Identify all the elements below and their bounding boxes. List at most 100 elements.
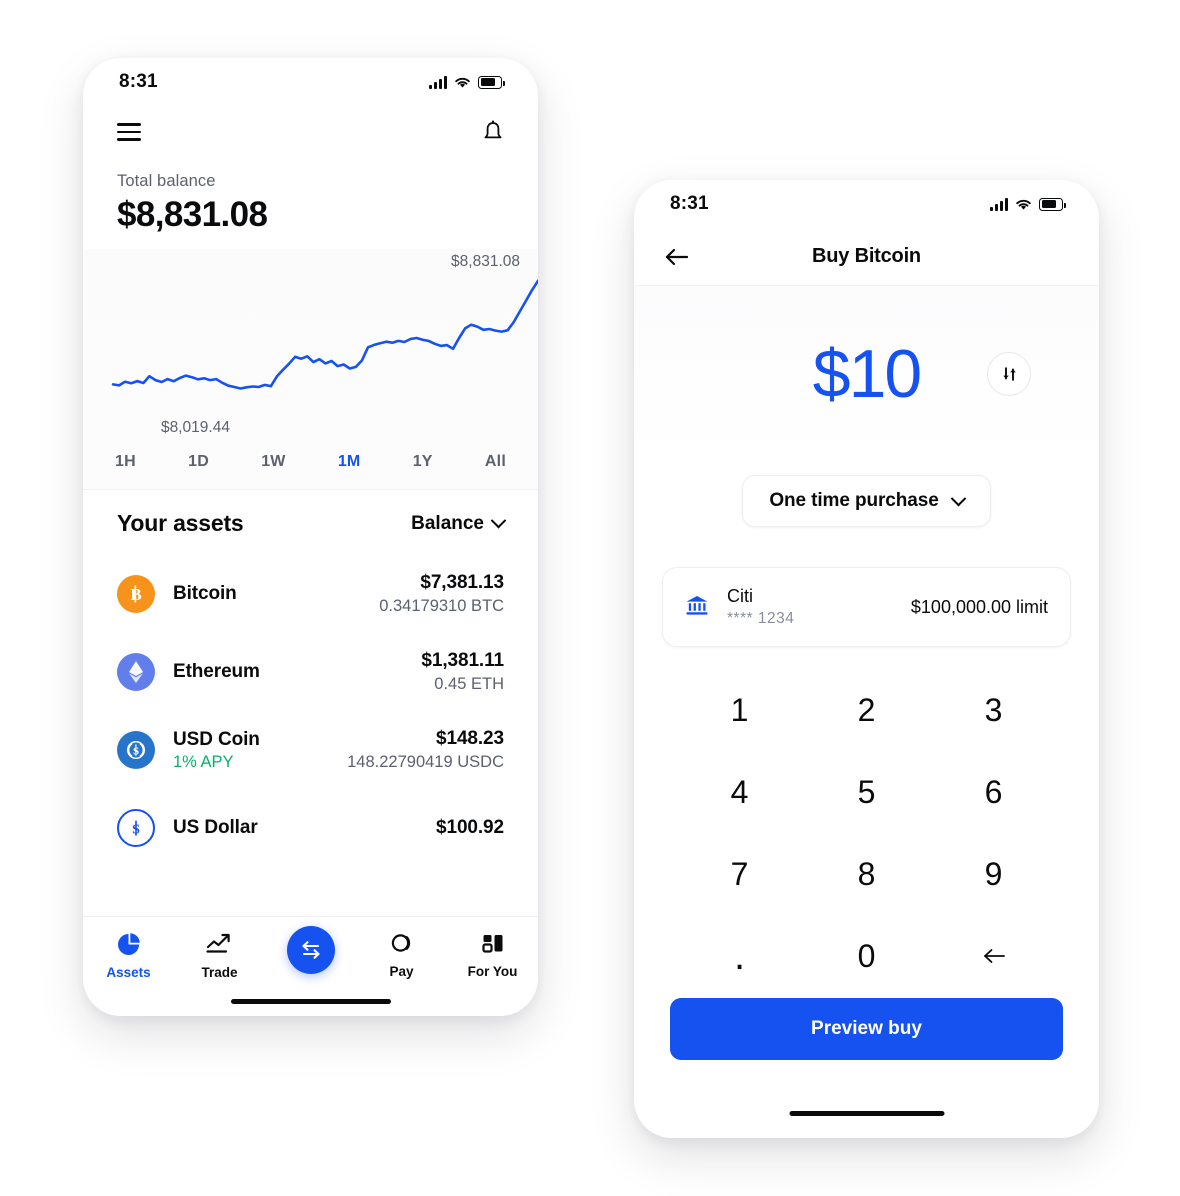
chevron-down-icon <box>950 490 966 506</box>
bitcoin-icon: B <box>117 575 155 613</box>
chart-low-label: $8,019.44 <box>161 419 230 436</box>
frequency-selector-wrap: One time purchase <box>634 475 1099 527</box>
assets-sort-dropdown[interactable]: Balance <box>411 512 507 535</box>
payment-method-number: **** 1234 <box>727 610 795 627</box>
chart-high-label: $8,831.08 <box>451 253 520 270</box>
pay-icon <box>391 934 410 952</box>
app-nav-left <box>83 106 538 158</box>
status-bar-right: 8:31 <box>634 180 1099 228</box>
list-item[interactable]: Ethereum $1,381.11 0.45 ETH <box>83 633 538 711</box>
key-0[interactable]: 0 <box>803 915 930 997</box>
wifi-icon <box>455 77 470 88</box>
asset-name: Ethereum <box>173 661 260 682</box>
buy-nav-bar: Buy Bitcoin <box>634 228 1099 286</box>
total-balance-block: Total balance $8,831.08 <box>83 158 538 243</box>
tab-label: Trade <box>201 965 238 980</box>
key-4[interactable]: 4 <box>676 751 803 833</box>
time-range-selector: 1H 1D 1W 1M 1Y All <box>83 439 538 489</box>
wifi-icon <box>1016 199 1031 210</box>
range-1m[interactable]: 1M <box>338 453 361 471</box>
hamburger-menu-icon[interactable] <box>117 123 141 141</box>
range-1d[interactable]: 1D <box>188 453 209 471</box>
usd-icon: S <box>117 809 155 847</box>
bell-icon[interactable] <box>482 120 504 144</box>
asset-value: $1,381.11 <box>421 650 504 671</box>
asset-name: Bitcoin <box>173 583 237 604</box>
frequency-label: One time purchase <box>769 490 939 511</box>
numeric-keypad: 1 2 3 4 5 6 7 8 9 . 0 <box>676 669 1057 997</box>
list-item[interactable]: S USD Coin 1% APY $148.23 148.22790419 U… <box>83 711 538 789</box>
balance-chart[interactable]: $8,831.08 $8,019.44 <box>83 249 538 439</box>
tab-for-you[interactable]: For You <box>447 931 538 979</box>
payment-method-limit: $100,000.00 limit <box>910 596 1048 617</box>
asset-value: $100.92 <box>436 817 504 838</box>
swap-vertical-icon <box>1002 366 1016 381</box>
key-7[interactable]: 7 <box>676 833 803 915</box>
key-3[interactable]: 3 <box>930 669 1057 751</box>
page-title: Buy Bitcoin <box>812 245 921 267</box>
transfer-icon <box>301 941 320 959</box>
signal-bars-icon <box>429 75 447 89</box>
key-decimal[interactable]: . <box>676 915 803 997</box>
chart-line <box>111 279 538 390</box>
tab-assets[interactable]: Assets <box>83 931 174 980</box>
key-6[interactable]: 6 <box>930 751 1057 833</box>
battery-icon <box>478 75 505 89</box>
amount-value: $10 <box>812 335 922 412</box>
status-icons <box>990 197 1066 211</box>
asset-value: $7,381.13 <box>420 572 504 593</box>
bank-icon <box>685 594 709 621</box>
usdc-icon: S <box>117 731 155 769</box>
pie-chart-icon <box>118 933 140 955</box>
tab-transfer[interactable] <box>265 926 356 981</box>
ethereum-icon <box>117 653 155 691</box>
status-time: 8:31 <box>670 193 709 214</box>
range-1y[interactable]: 1Y <box>413 453 433 471</box>
tab-label: For You <box>467 964 518 979</box>
payment-method-card[interactable]: Citi **** 1234 $100,000.00 limit <box>662 567 1071 647</box>
back-arrow-icon[interactable] <box>664 247 690 267</box>
asset-name: US Dollar <box>173 817 258 838</box>
key-backspace[interactable] <box>930 915 1057 997</box>
asset-units: 0.34179310 BTC <box>379 597 504 615</box>
key-8[interactable]: 8 <box>803 833 930 915</box>
frequency-dropdown[interactable]: One time purchase <box>742 475 991 527</box>
swap-currency-button[interactable] <box>987 351 1031 396</box>
asset-name: USD Coin <box>173 728 260 750</box>
asset-apy-badge: 1% APY <box>173 752 234 771</box>
phone-screen-assets: 8:31 Total balance $8,831.08 $8,831.08 $… <box>83 58 538 1016</box>
home-indicator <box>230 998 391 1004</box>
status-icons <box>429 75 505 89</box>
tab-pay[interactable]: Pay <box>356 931 447 979</box>
key-1[interactable]: 1 <box>676 669 803 751</box>
asset-value: $148.23 <box>436 728 504 749</box>
range-1w[interactable]: 1W <box>261 453 285 471</box>
key-9[interactable]: 9 <box>930 833 1057 915</box>
chevron-down-icon <box>490 512 507 529</box>
battery-icon <box>1039 197 1066 211</box>
status-bar-left: 8:31 <box>83 58 538 106</box>
payment-method-name: Citi <box>727 586 753 606</box>
for-you-grid-icon <box>481 935 502 953</box>
tab-label: Assets <box>106 965 151 980</box>
tab-label: Pay <box>389 964 414 979</box>
range-all[interactable]: All <box>485 453 506 471</box>
balance-label: Total balance <box>117 172 216 190</box>
backspace-icon <box>983 949 1005 963</box>
asset-units: 0.45 ETH <box>434 675 504 693</box>
trend-up-icon <box>206 933 230 953</box>
key-2[interactable]: 2 <box>803 669 930 751</box>
status-time: 8:31 <box>119 71 158 92</box>
amount-display: $10 <box>634 286 1099 461</box>
home-indicator <box>789 1110 944 1116</box>
key-5[interactable]: 5 <box>803 751 930 833</box>
page-title: Your assets <box>117 510 244 536</box>
preview-buy-button[interactable]: Preview buy <box>670 998 1063 1060</box>
phone-screen-buy: 8:31 Buy Bitcoin $10 One time purchase C… <box>634 180 1099 1138</box>
tab-trade[interactable]: Trade <box>174 931 265 980</box>
range-1h[interactable]: 1H <box>115 453 136 471</box>
list-item[interactable]: B Bitcoin $7,381.13 0.34179310 BTC <box>83 555 538 633</box>
list-item[interactable]: S US Dollar $100.92 <box>83 789 538 867</box>
transfer-fab-button[interactable] <box>286 926 335 974</box>
assets-sort-label: Balance <box>411 512 484 534</box>
